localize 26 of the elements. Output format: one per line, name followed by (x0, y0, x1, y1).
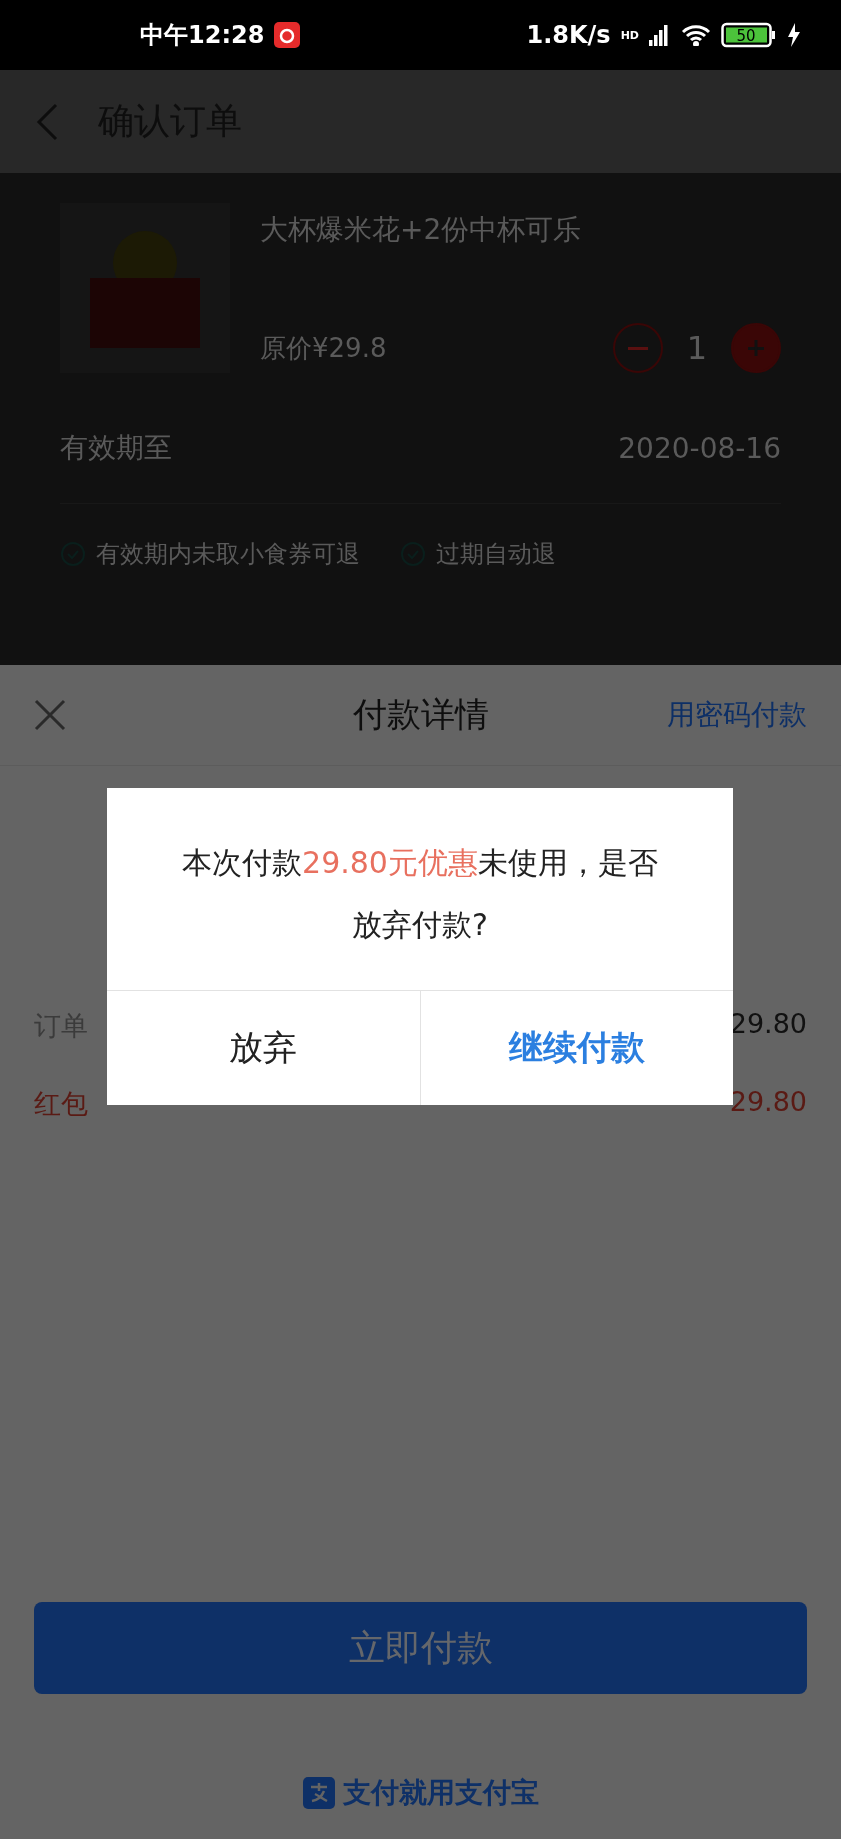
original-price: 原价¥29.8 (260, 331, 387, 365)
dialog-message: 本次付款29.80元优惠未使用，是否放弃付款? (181, 844, 659, 944)
pay-now-button[interactable]: 立即付款 (34, 1602, 807, 1694)
app-notification-icon (274, 22, 301, 48)
validity-label: 有效期至 (60, 430, 172, 466)
amount-label: 红包 (34, 1087, 88, 1121)
status-time: 中午12:28 (140, 20, 265, 51)
alipay-slogan: 支付就用支付宝 (342, 1775, 539, 1811)
sheet-title: 付款详情 (352, 693, 489, 736)
signal-icon (649, 24, 671, 46)
charging-icon (787, 23, 801, 47)
validity-date: 2020-08-16 (618, 431, 781, 465)
increase-button[interactable] (731, 323, 781, 373)
product-name: 大杯爆米花+2份中杯可乐 (260, 212, 583, 248)
wifi-icon (681, 24, 711, 46)
close-icon[interactable] (34, 699, 66, 731)
password-pay-link[interactable]: 用密码付款 (667, 696, 807, 734)
policy-text: 有效期内未取小食券可退 (96, 539, 360, 570)
network-type: HD (620, 28, 639, 42)
network-speed: 1.8K/s (526, 21, 611, 49)
alipay-logo-icon (302, 1777, 335, 1809)
policy-text: 过期自动退 (436, 539, 556, 570)
quantity-value: 1 (686, 329, 707, 367)
back-icon[interactable] (36, 102, 58, 141)
decrease-button[interactable] (612, 323, 663, 373)
minus-icon (627, 346, 648, 350)
